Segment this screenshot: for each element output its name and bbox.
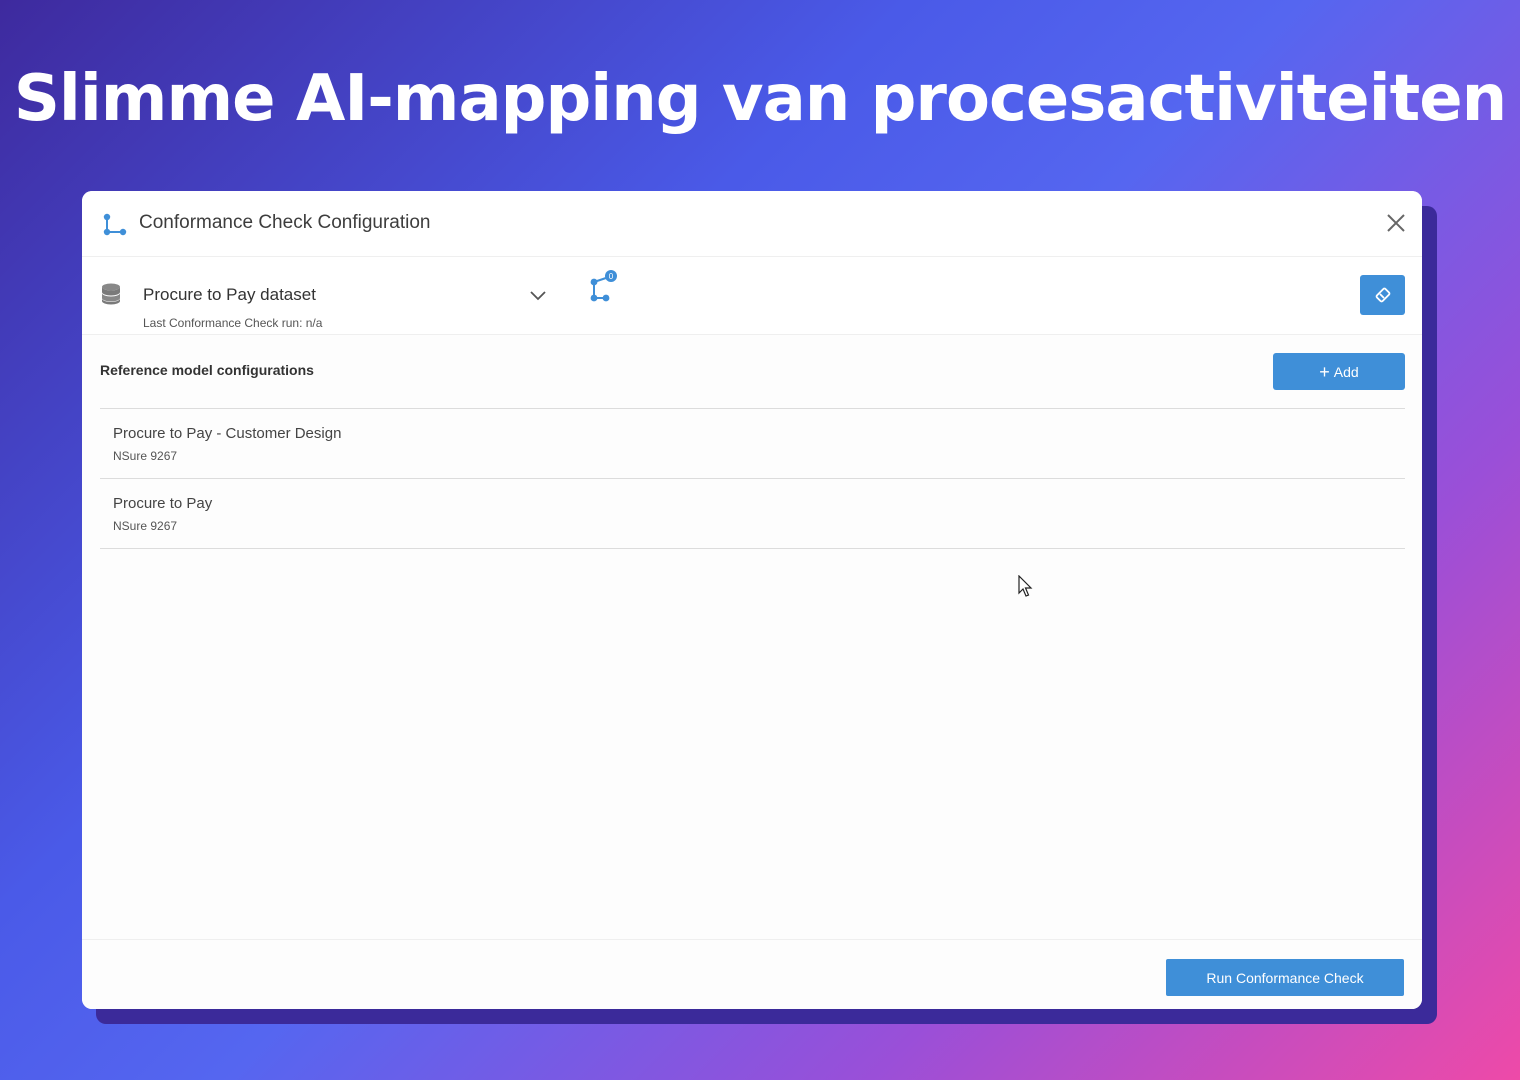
chevron-down-icon[interactable]: [528, 285, 548, 305]
add-button[interactable]: + Add: [1273, 353, 1405, 390]
item-subtitle: NSure 9267: [113, 519, 178, 533]
section-title: Reference model configurations: [100, 362, 314, 378]
database-icon: [102, 283, 120, 305]
mouse-cursor-icon: [1018, 575, 1033, 597]
close-icon[interactable]: [1384, 211, 1408, 235]
reference-model-icon[interactable]: 0: [585, 269, 621, 305]
list-item[interactable]: Procure to Pay - Customer Design NSure 9…: [100, 409, 1405, 479]
item-title: Procure to Pay - Customer Design: [113, 425, 342, 442]
dialog-footer: Run Conformance Check: [82, 939, 1422, 1009]
dialog-title: Conformance Check Configuration: [139, 212, 431, 233]
page-headline: Slimme AI-mapping van procesactiviteiten: [13, 62, 1507, 136]
run-conformance-check-button[interactable]: Run Conformance Check: [1166, 959, 1404, 996]
item-title: Procure to Pay: [113, 495, 213, 512]
item-subtitle: NSure 9267: [113, 449, 178, 463]
conformance-dialog: Conformance Check Configuration Procure …: [82, 191, 1422, 1009]
list-item[interactable]: Procure to Pay NSure 9267: [100, 479, 1405, 549]
reference-models-header: Reference model configurations + Add: [100, 351, 1405, 409]
process-model-icon: [103, 213, 127, 236]
add-button-label: Add: [1333, 363, 1359, 380]
model-count-badge: 0: [609, 272, 614, 281]
eraser-button[interactable]: [1360, 275, 1405, 315]
reference-model-list: Procure to Pay - Customer Design NSure 9…: [100, 409, 1405, 549]
plus-icon: +: [1319, 361, 1330, 382]
dialog-header: Conformance Check Configuration: [82, 191, 1422, 257]
dataset-select[interactable]: Procure to Pay dataset: [143, 285, 316, 305]
eraser-icon: [1375, 287, 1390, 303]
dataset-selector-row: Procure to Pay dataset Last Conformance …: [82, 257, 1422, 335]
last-run-text: Last Conformance Check run: n/a: [143, 316, 323, 330]
